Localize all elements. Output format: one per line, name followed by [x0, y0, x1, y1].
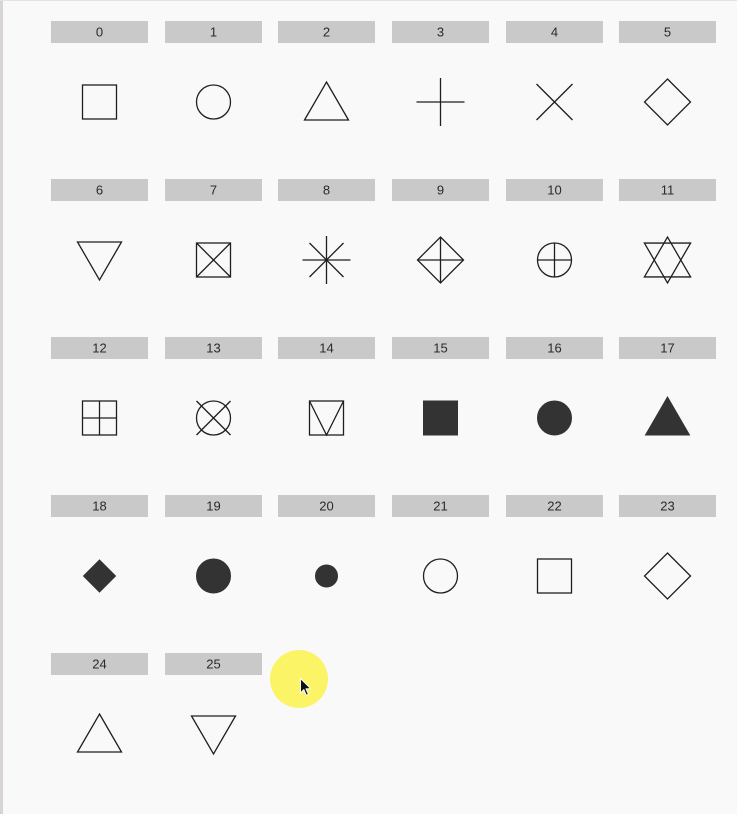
marker-code-label: 6 [96, 182, 103, 197]
marker-cell-12: 12 [51, 337, 148, 436]
marker-symbol-square-plus [81, 400, 118, 436]
marker-cell-6: 6 [51, 179, 148, 282]
marker-code-label: 19 [206, 498, 220, 513]
marker-symbol-circle-plus [536, 242, 573, 278]
marker-cell-19: 19 [165, 495, 262, 594]
marker-code-label: 23 [660, 498, 674, 513]
marker-symbol-triangle-down-open [190, 715, 237, 756]
marker-cell-18: 18 [51, 495, 148, 593]
marker-symbol-diamond-plus [416, 236, 465, 284]
marker-code-label: 2 [323, 24, 330, 39]
marker-cell-24: 24 [51, 653, 148, 753]
marker-code-label: 18 [92, 498, 106, 513]
marker-code-label: 17 [660, 340, 674, 355]
marker-symbol-square-open [81, 84, 118, 120]
marker-cell-13: 13 [165, 337, 262, 436]
marker-code-label: 12 [92, 340, 106, 355]
marker-cell-23: 23 [619, 495, 716, 600]
marker-symbol-cross [536, 83, 573, 121]
marker-cell-10: 10 [506, 179, 603, 278]
marker-symbol-square-filled [423, 400, 458, 436]
marker-cell-4: 4 [506, 21, 603, 121]
marker-cell-25: 25 [165, 653, 262, 756]
marker-cell-21: 21 [392, 495, 489, 594]
marker-symbol-triangle-up-open [76, 712, 123, 753]
marker-code-label: 7 [210, 182, 217, 197]
marker-cell-7: 7 [165, 179, 262, 278]
marker-symbol-circle-filled-large [196, 558, 231, 594]
marker-cell-0: 0 [51, 21, 148, 120]
marker-code-label: 21 [433, 498, 447, 513]
marker-cell-16: 16 [506, 337, 603, 436]
marker-code-label: 5 [664, 24, 671, 39]
marker-symbol-asterisk [302, 236, 351, 284]
marker-code-label: 4 [551, 24, 558, 39]
marker-code-label: 20 [319, 498, 333, 513]
marker-symbol-square-open [536, 558, 573, 594]
marker-code-label: 11 [661, 182, 675, 197]
marker-cell-20: 20 [278, 495, 375, 588]
marker-cell-8: 8 [278, 179, 375, 284]
marker-cell-9: 9 [392, 179, 489, 284]
marker-code-label: 14 [319, 340, 333, 355]
marker-cell-14: 14 [278, 337, 375, 437]
marker-symbol-circle-filled-small [315, 564, 338, 588]
marker-symbol-circle-open [195, 84, 232, 120]
marker-symbol-triangle-up-open [303, 80, 350, 121]
marker-symbol-circle-cross [195, 400, 232, 436]
marker-code-label: 22 [547, 498, 561, 513]
marker-code-label: 16 [547, 340, 561, 355]
marker-code-label: 1 [210, 24, 217, 39]
marker-symbol-diamond-open [643, 552, 692, 600]
marker-cell-17: 17 [619, 337, 716, 436]
marker-symbol-grid: 0 1 2 3 4 56 7 8 9 10 1112 13 14 15 16 1718 19 20 21 22 2324… [51, 21, 716, 756]
marker-code-label: 13 [206, 340, 220, 355]
marker-code-label: 9 [437, 182, 444, 197]
marker-cell-2: 2 [278, 21, 375, 121]
marker-symbol-square-triangle [308, 400, 345, 437]
marker-symbol-triangle-down-open [76, 241, 123, 282]
marker-symbol-diamond-filled-small [82, 559, 117, 593]
marker-cell-1: 1 [165, 21, 262, 120]
marker-cell-3: 3 [392, 21, 489, 126]
marker-code-label: 3 [437, 24, 444, 39]
marker-cell-15: 15 [392, 337, 489, 436]
marker-symbol-star-of-david [643, 235, 692, 285]
marker-code-label: 25 [206, 656, 220, 671]
marker-symbol-circle-filled [537, 400, 572, 436]
marker-cell-22: 22 [506, 495, 603, 594]
marker-symbol-circle-open [422, 558, 459, 594]
marker-symbol-diamond-open [643, 78, 692, 126]
marker-code-label: 10 [547, 182, 561, 197]
marker-symbol-triangle-up-filled [644, 396, 691, 436]
marker-code-label: 0 [96, 24, 103, 39]
marker-code-label: 8 [323, 182, 330, 197]
marker-cell-11: 11 [619, 179, 716, 285]
marker-cell-5: 5 [619, 21, 716, 126]
marker-code-label: 24 [92, 656, 106, 671]
marker-code-label: 15 [433, 340, 447, 355]
marker-symbol-square-cross [195, 242, 232, 278]
marker-symbol-plus [416, 78, 465, 126]
